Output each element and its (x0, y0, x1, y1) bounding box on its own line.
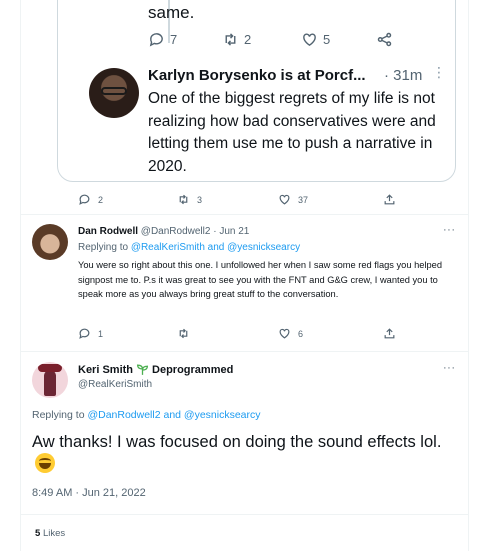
likes-link[interactable]: 5 Likes (35, 528, 65, 539)
like-icon (279, 328, 290, 339)
thread-top-actions: 7 2 5 (148, 30, 398, 50)
share-icon (377, 32, 392, 47)
tweet-divider (20, 514, 469, 515)
reply-count: 7 (170, 32, 178, 47)
replying-to: Replying to @DanRodwell2 and @yesnicksea… (32, 409, 261, 421)
main-author-handle[interactable]: @RealKeriSmith (78, 379, 152, 390)
like-button[interactable]: 5 (301, 31, 330, 48)
retweet-count: 2 (244, 32, 252, 47)
avatar-hat (38, 364, 62, 372)
quoted-timestamp[interactable]: · 31m (384, 67, 422, 84)
main-author-name-row[interactable]: Keri Smith Deprogrammed (78, 363, 233, 376)
retweet-icon (179, 194, 188, 205)
share-icon (384, 328, 395, 339)
tweet-divider (20, 351, 469, 352)
reply-count: 1 (98, 328, 104, 339)
reply-date[interactable]: · Jun 21 (213, 226, 249, 237)
like-count: 5 (323, 32, 331, 47)
avatar-figure (44, 370, 56, 396)
share-button[interactable] (383, 327, 396, 340)
avatar-glasses (101, 87, 127, 95)
reply-count: 2 (98, 194, 104, 205)
reply-button[interactable]: 7 (148, 31, 177, 48)
more-icon[interactable]: ··· (443, 224, 456, 236)
replying-to: Replying to @RealKeriSmith and @yesnicks… (78, 242, 300, 253)
retweet-button[interactable]: 3 (177, 193, 202, 206)
reply-author-name[interactable]: Dan Rodwell (78, 226, 138, 237)
replying-prefix: Replying to (78, 242, 129, 253)
likes-label: Likes (42, 528, 66, 539)
likes-count: 5 (35, 528, 41, 539)
main-tweet-text-content: Aw thanks! I was focused on doing the so… (32, 433, 442, 451)
retweet-button[interactable]: 2 (222, 31, 251, 48)
like-button[interactable]: 37 (278, 193, 308, 206)
like-count: 6 (298, 328, 304, 339)
share-button[interactable] (383, 193, 396, 206)
main-author-suffix: Deprogrammed (152, 363, 234, 376)
retweet-button[interactable] (177, 327, 197, 340)
avatar[interactable] (32, 224, 68, 260)
reply-button[interactable]: 2 (78, 193, 103, 206)
grin-emoji-icon (35, 453, 55, 473)
sprout-icon (136, 364, 149, 375)
reply-author-handle[interactable]: @DanRodwell2 (141, 226, 211, 237)
main-tweet-text: Aw thanks! I was focused on doing the so… (32, 431, 452, 475)
retweet-count: 3 (197, 194, 203, 205)
like-count: 37 (298, 194, 309, 205)
reply-button[interactable]: 1 (78, 327, 103, 340)
reply-icon (79, 328, 90, 339)
reply-icon (149, 33, 163, 47)
reply-tweet-header: Dan Rodwell @DanRodwell2 · Jun 21 (78, 226, 249, 237)
more-icon[interactable]: ··· (443, 362, 456, 374)
share-button[interactable] (376, 31, 393, 48)
thread-top-text: same. (148, 3, 195, 22)
replying-prefix: Replying to (32, 409, 85, 421)
main-tweet-timestamp[interactable]: 8:49 AM · Jun 21, 2022 (32, 487, 146, 499)
tweet-divider (20, 214, 469, 215)
retweet-icon (225, 33, 236, 46)
avatar[interactable] (89, 68, 139, 118)
more-icon[interactable]: ⋮ (432, 64, 446, 81)
reply-tweet-actions: 1 6 (78, 327, 408, 343)
parent-tweet-actions: 2 3 37 (78, 193, 408, 209)
replying-mentions-link[interactable]: @DanRodwell2 and @yesnicksearcy (87, 409, 260, 421)
retweet-icon (179, 328, 188, 339)
quoted-author-name[interactable]: Karlyn Borysenko is at Porcf... (148, 67, 366, 84)
like-icon (279, 194, 290, 205)
like-button[interactable]: 6 (278, 327, 303, 340)
quoted-tweet-text: One of the biggest regrets of my life is… (148, 90, 436, 175)
reply-icon (79, 194, 90, 205)
main-author-name[interactable]: Keri Smith (78, 364, 133, 376)
replying-mentions-link[interactable]: @RealKeriSmith and @yesnicksearcy (131, 242, 300, 253)
share-icon (384, 194, 395, 205)
like-icon (303, 33, 316, 47)
reply-tweet-text: You were so right about this one. I unfo… (78, 260, 443, 299)
avatar[interactable] (32, 362, 68, 398)
